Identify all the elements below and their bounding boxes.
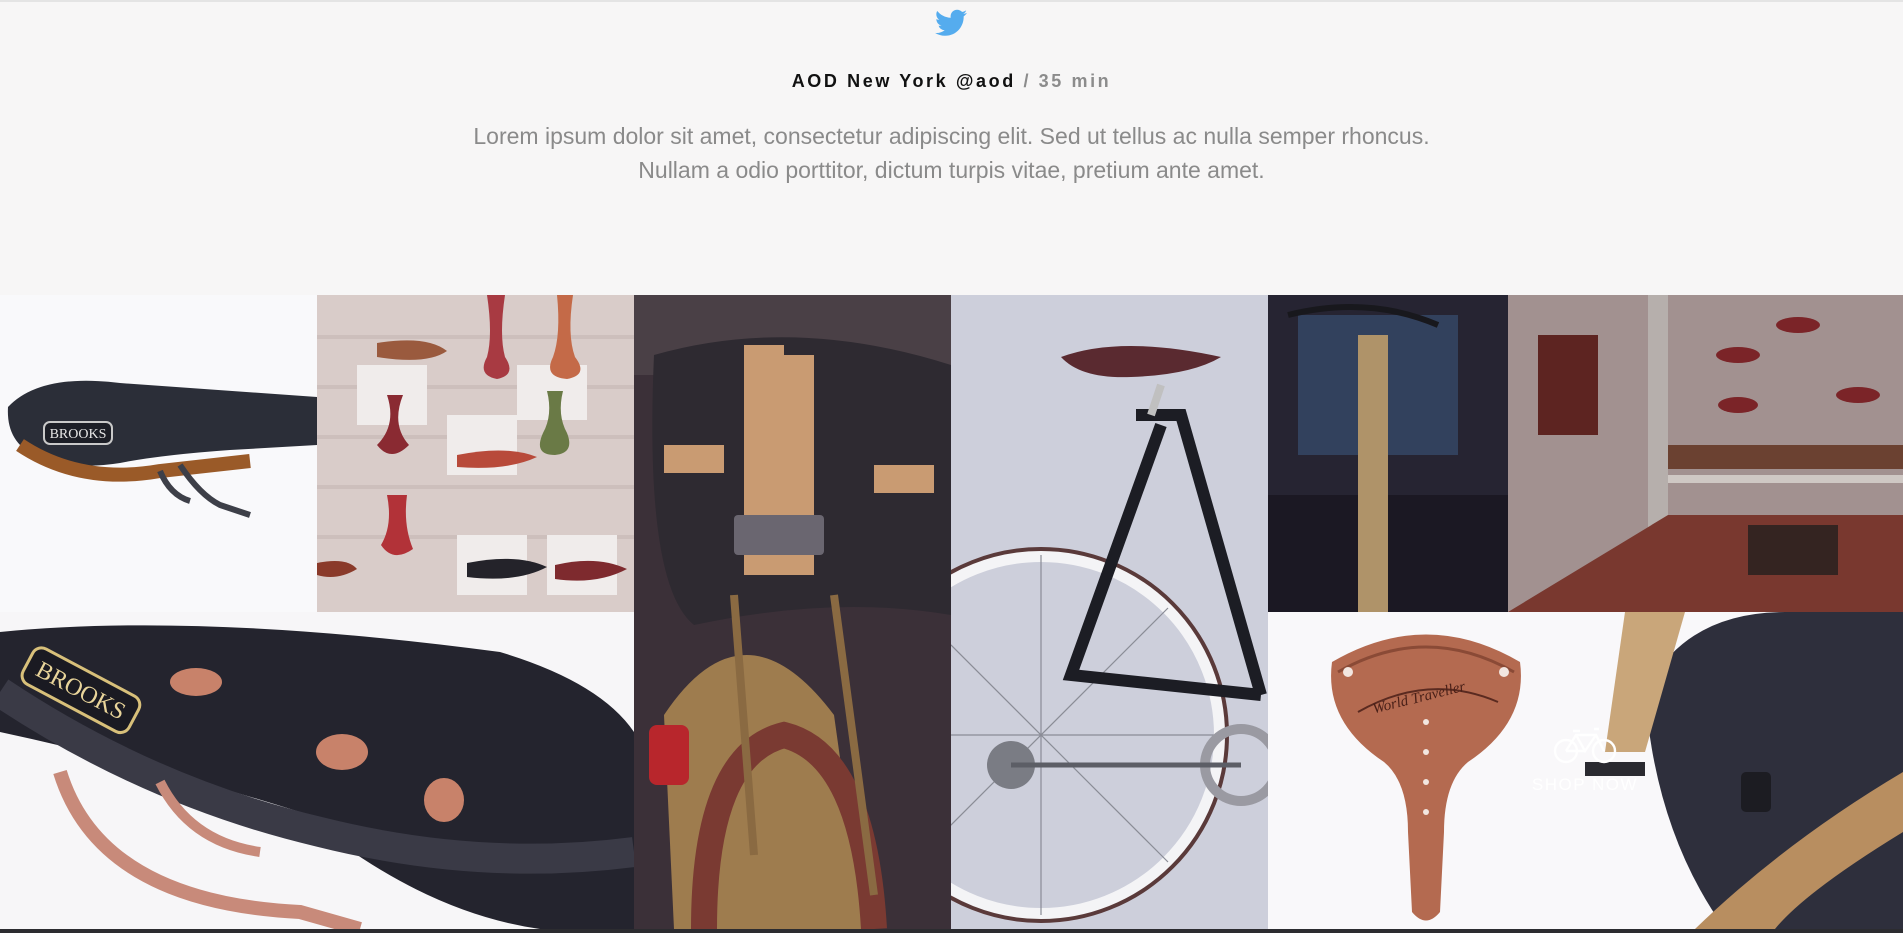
tweet-meta: AOD New York @aod / 35 min bbox=[0, 71, 1903, 92]
tweet-text: Lorem ipsum dolor sit amet, consectetur … bbox=[0, 119, 1903, 187]
saddle-wall-display-photo[interactable] bbox=[317, 295, 634, 612]
svg-text:BROOKS: BROOKS bbox=[50, 427, 107, 442]
twitter-bird-icon[interactable] bbox=[935, 9, 967, 37]
shop-now-link[interactable]: SHOP NOW bbox=[1490, 725, 1680, 795]
tweet-account[interactable]: AOD New York @aod bbox=[792, 71, 1016, 91]
store-interior-photo[interactable] bbox=[1268, 295, 1903, 612]
tweet-text-line-1: Lorem ipsum dolor sit amet, consectetur … bbox=[473, 123, 1430, 149]
bicycle-bag-rack-photo[interactable] bbox=[634, 295, 951, 929]
bicycle-icon bbox=[1553, 727, 1617, 764]
road-bicycle-photo[interactable] bbox=[951, 295, 1268, 929]
tweet-separator: / bbox=[1023, 71, 1032, 91]
brooks-saddle-closeup-photo[interactable]: BROOKS bbox=[0, 612, 634, 929]
brooks-saddle-side-photo[interactable]: BROOKS bbox=[0, 295, 317, 612]
bottom-divider bbox=[0, 929, 1903, 933]
tweet-text-line-2: Nullam a odio porttitor, dictum turpis v… bbox=[638, 157, 1265, 183]
instagram-gallery: BROOKS BROOKS World Traveller SHOP NOW bbox=[0, 295, 1903, 929]
tweet-section: AOD New York @aod / 35 min Lorem ipsum d… bbox=[0, 0, 1903, 295]
shop-now-label: SHOP NOW bbox=[1531, 775, 1639, 794]
tweet-time: 35 min bbox=[1038, 71, 1112, 91]
